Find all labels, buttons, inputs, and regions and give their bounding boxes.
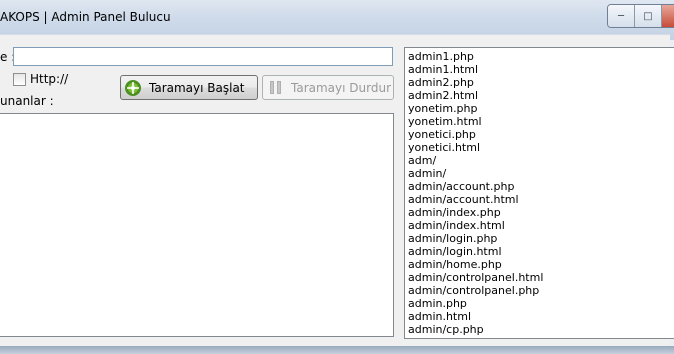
path-item[interactable]: admin.php [408, 297, 674, 310]
path-item[interactable]: admin1.html [408, 63, 674, 76]
pause-icon [267, 80, 283, 96]
path-item[interactable]: admin/login.html [408, 245, 674, 258]
path-item[interactable]: admin/ [408, 167, 674, 180]
globe-icon [125, 79, 141, 96]
path-item[interactable]: admin/index.php [408, 206, 674, 219]
path-item[interactable]: admin/account.php [408, 180, 674, 193]
path-item[interactable]: admin/index.html [408, 219, 674, 232]
path-item[interactable]: admin/controlpanel.php [408, 284, 674, 297]
http-checkbox[interactable] [13, 73, 26, 86]
start-scan-button[interactable]: Taramayı Başlat [120, 75, 258, 100]
path-item[interactable]: yonetim.php [408, 102, 674, 115]
taskbar [0, 346, 674, 354]
http-label: Http:// [30, 72, 69, 86]
path-item[interactable]: admin/login.php [408, 232, 674, 245]
window-controls: ─ □ ✕ [607, 4, 674, 28]
results-list[interactable] [0, 113, 394, 337]
paths-list: admin1.php admin1.html admin2.php admin2.ht… [405, 48, 674, 336]
path-item[interactable]: yonetici.php [408, 128, 674, 141]
close-icon[interactable]: ✕ [662, 5, 674, 27]
path-item[interactable]: admin2.html [408, 89, 674, 102]
path-item[interactable]: admin/cp.php [408, 323, 674, 336]
paths-list-box[interactable]: admin1.php admin1.html admin2.php admin2.ht… [404, 47, 674, 339]
path-item[interactable]: admin/account.html [408, 193, 674, 206]
maximize-icon[interactable]: □ [635, 5, 662, 27]
path-item[interactable]: adm/ [408, 154, 674, 167]
site-input[interactable] [13, 47, 393, 66]
path-item[interactable]: admin/controlpanel.html [408, 271, 674, 284]
stop-scan-button[interactable]: Taramayı Durdur [262, 75, 394, 100]
path-item[interactable]: admin.html [408, 310, 674, 323]
minimize-icon[interactable]: ─ [608, 5, 635, 27]
app-window: AKOPS | Admin Panel Bulucu ─ □ ✕ e : Htt… [0, 0, 674, 354]
path-item[interactable]: admin/home.php [408, 258, 674, 271]
path-item[interactable]: admin1.php [408, 50, 674, 63]
stop-scan-label: Taramayı Durdur [291, 80, 392, 95]
window-title: AKOPS | Admin Panel Bulucu [0, 10, 171, 24]
start-scan-label: Taramayı Başlat [149, 80, 245, 95]
path-item[interactable]: admin2.php [408, 76, 674, 89]
results-label: unanlar : [0, 94, 54, 108]
client-area: e : Http:// unanlar : Taramayı Başlat Ta… [0, 34, 674, 347]
path-item[interactable]: yonetim.html [408, 115, 674, 128]
path-item[interactable]: yonetici.html [408, 141, 674, 154]
